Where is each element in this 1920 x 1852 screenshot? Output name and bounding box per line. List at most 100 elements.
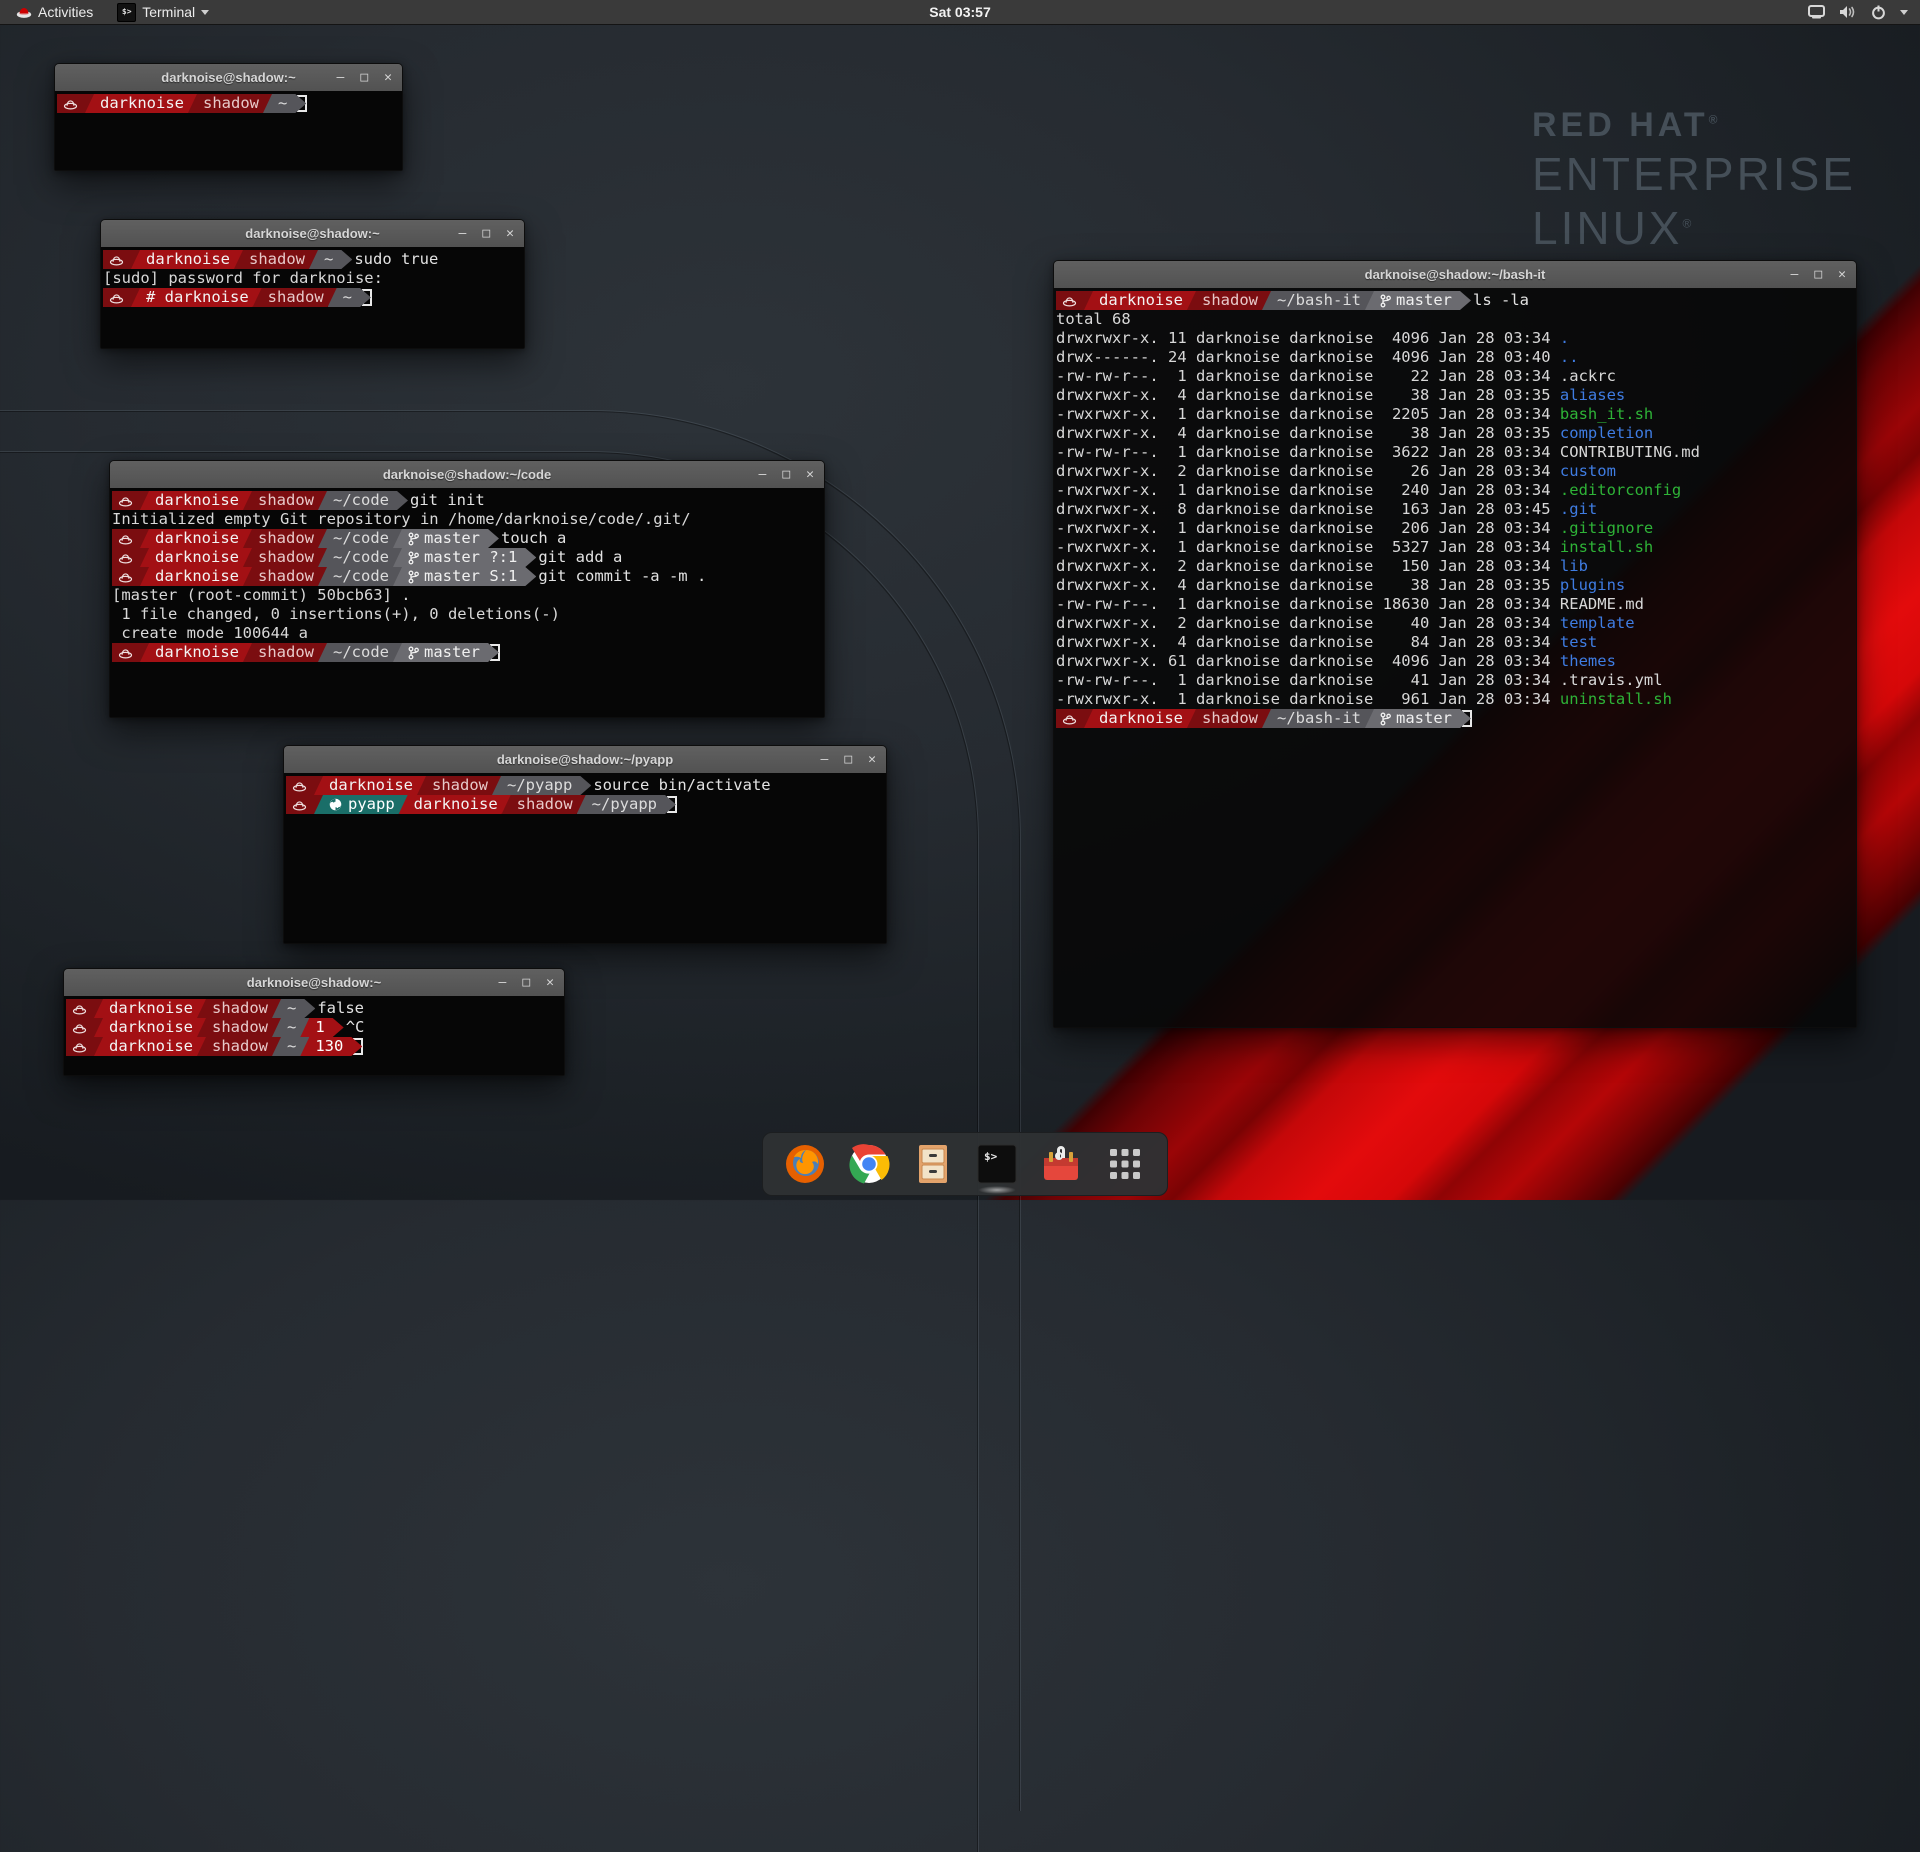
redhat-icon	[292, 780, 307, 792]
redhat-icon	[63, 98, 78, 110]
terminal-line: -rw-rw-r--. 1 darknoise darknoise 41 Jan…	[1056, 671, 1854, 690]
terminal-content[interactable]: darknoiseshadow~/codegit initInitialized…	[110, 488, 824, 717]
firefox-icon[interactable]	[782, 1141, 828, 1187]
prompt-segment-host: shadow	[197, 1018, 281, 1037]
minimize-button[interactable]: –	[459, 220, 467, 247]
title-bar[interactable]: darknoise@shadow:~/pyapp –□✕	[284, 746, 886, 774]
minimize-button[interactable]: –	[759, 461, 767, 488]
system-menu-caret-icon[interactable]	[1900, 10, 1908, 15]
prompt-segment-user: darknoise	[399, 795, 511, 814]
ls-meta: drwxrwxr-x. 2 darknoise darknoise 40 Jan…	[1056, 614, 1560, 633]
terminal-content[interactable]: darknoiseshadow~	[55, 91, 402, 170]
terminal-content[interactable]: darknoiseshadow~sudo true[sudo] password…	[101, 247, 524, 348]
terminal-line: drwxrwxr-x. 4 darknoise darknoise 38 Jan…	[1056, 386, 1854, 405]
display-icon[interactable]	[1808, 5, 1825, 19]
git-branch-icon	[1380, 294, 1391, 308]
prompt-segment-host: shadow	[502, 795, 586, 814]
chrome-icon[interactable]	[846, 1141, 892, 1187]
prompt-segment-host: shadow	[1187, 709, 1271, 728]
redhat-icon	[72, 1003, 87, 1015]
maximize-button[interactable]: □	[522, 969, 530, 996]
terminal-line: drwxrwxr-x. 61 darknoise darknoise 4096 …	[1056, 652, 1854, 671]
ls-meta: drwxrwxr-x. 4 darknoise darknoise 84 Jan…	[1056, 633, 1560, 652]
terminal-icon[interactable]: $>	[974, 1141, 1020, 1187]
files-icon[interactable]	[910, 1141, 956, 1187]
volume-icon[interactable]	[1839, 5, 1857, 19]
maximize-button[interactable]: □	[360, 64, 368, 91]
command-text: git add a	[527, 548, 622, 567]
ls-filename: install.sh	[1560, 538, 1653, 557]
prompt-segment-exit: 130	[300, 1037, 362, 1056]
terminal-line: -rwxrwxr-x. 1 darknoise darknoise 2205 J…	[1056, 405, 1854, 424]
terminal-content[interactable]: darknoiseshadow~falsedarknoiseshadow~1^C…	[64, 996, 564, 1075]
redhat-icon	[16, 5, 32, 19]
title-bar[interactable]: darknoise@shadow:~ –□✕	[55, 64, 402, 92]
prompt-segment-branch: master	[393, 643, 499, 662]
terminal-window-sudo[interactable]: darknoise@shadow:~ –□ ✕ darknoiseshadow~s…	[100, 219, 525, 349]
redhat-icon	[72, 1022, 87, 1034]
terminal-content[interactable]: darknoiseshadow~/pyappsource bin/activat…	[284, 773, 886, 943]
app-grid-icon[interactable]	[1102, 1141, 1148, 1187]
output-text: 1 file changed, 0 insertions(+), 0 delet…	[112, 605, 560, 624]
activities-button[interactable]: Activities	[8, 0, 101, 24]
title-bar[interactable]: darknoise@shadow:~/code –□✕	[110, 461, 824, 489]
maximize-button[interactable]: □	[782, 461, 790, 488]
terminal-line: darknoiseshadow~/codegit init	[112, 491, 822, 510]
app-menu-terminal[interactable]: $> Terminal	[107, 0, 219, 24]
terminal-window-pyapp[interactable]: darknoise@shadow:~/pyapp –□✕ darknoisesh…	[283, 745, 887, 944]
close-button[interactable]: ✕	[506, 220, 514, 247]
ls-meta: drwx------. 24 darknoise darknoise 4096 …	[1056, 348, 1560, 367]
ls-filename: README.md	[1560, 595, 1644, 614]
ls-filename: .git	[1560, 500, 1597, 519]
title-bar[interactable]: darknoise@shadow:~/bash-it –□✕	[1054, 261, 1856, 289]
close-button[interactable]: ✕	[868, 746, 876, 773]
terminal-line: drwxrwxr-x. 4 darknoise darknoise 38 Jan…	[1056, 576, 1854, 595]
terminal-content[interactable]: darknoiseshadow~/bash-itmasterls -latota…	[1054, 288, 1856, 1027]
minimize-button[interactable]: –	[821, 746, 829, 773]
prompt-segment-host: shadow	[417, 776, 501, 795]
ls-meta: -rwxrwxr-x. 1 darknoise darknoise 2205 J…	[1056, 405, 1560, 424]
command-text: sudo true	[343, 250, 438, 269]
terminal-window-code[interactable]: darknoise@shadow:~/code –□✕ darknoisesha…	[109, 460, 825, 718]
clock[interactable]: Sat 03:57	[0, 4, 1920, 20]
close-button[interactable]: ✕	[546, 969, 554, 996]
redhat-icon	[1062, 295, 1077, 307]
close-button[interactable]: ✕	[806, 461, 814, 488]
terminal-window-home-small[interactable]: darknoise@shadow:~ –□✕ darknoiseshadow~	[54, 63, 403, 171]
terminal-line: -rw-rw-r--. 1 darknoise darknoise 22 Jan…	[1056, 367, 1854, 386]
prompt-segment-user: darknoise	[314, 776, 426, 795]
ls-filename: themes	[1560, 652, 1616, 671]
minimize-button[interactable]: –	[499, 969, 507, 996]
title-bar[interactable]: darknoise@shadow:~ –□ ✕	[101, 220, 524, 248]
minimize-button[interactable]: –	[337, 64, 345, 91]
ls-meta: -rw-rw-r--. 1 darknoise darknoise 18630 …	[1056, 595, 1560, 614]
ls-filename: template	[1560, 614, 1635, 633]
title-bar[interactable]: darknoise@shadow:~ –□✕	[64, 969, 564, 997]
prompt-segment-path: ~/code	[318, 548, 402, 567]
prompt-segment-host: shadow	[197, 999, 281, 1018]
ls-filename: bash_it.sh	[1560, 405, 1653, 424]
terminal-window-exitcodes[interactable]: darknoise@shadow:~ –□✕ darknoiseshadow~f…	[63, 968, 565, 1076]
power-icon[interactable]	[1871, 5, 1886, 20]
close-button[interactable]: ✕	[1838, 261, 1846, 288]
terminal-window-bash-it[interactable]: darknoise@shadow:~/bash-it –□✕ darknoise…	[1053, 260, 1857, 1028]
terminal-line: total 68	[1056, 310, 1854, 329]
terminal-line: -rw-rw-r--. 1 darknoise darknoise 3622 J…	[1056, 443, 1854, 462]
output-text: create mode 100644 a	[112, 624, 308, 643]
brand-redhat: RED HAT®	[1532, 106, 1856, 145]
window-title: darknoise@shadow:~	[245, 226, 379, 241]
maximize-button[interactable]: □	[482, 220, 490, 247]
ls-filename: .ackrc	[1560, 367, 1616, 386]
terminal-line: -rwxrwxr-x. 1 darknoise darknoise 5327 J…	[1056, 538, 1854, 557]
close-button[interactable]: ✕	[384, 64, 392, 91]
maximize-button[interactable]: □	[1814, 261, 1822, 288]
prompt-segment-host: shadow	[243, 567, 327, 586]
minimize-button[interactable]: –	[1791, 261, 1799, 288]
maximize-button[interactable]: □	[844, 746, 852, 773]
ls-filename: .travis.yml	[1560, 671, 1663, 690]
command-text: ls -la	[1462, 291, 1529, 310]
terminal-line: darknoiseshadow~/bash-itmasterls -la	[1056, 291, 1854, 310]
terminal-line: [sudo] password for darknoise:	[103, 269, 522, 288]
brand-linux: LINUX®	[1532, 201, 1856, 255]
toolbox-icon[interactable]	[1038, 1141, 1084, 1187]
